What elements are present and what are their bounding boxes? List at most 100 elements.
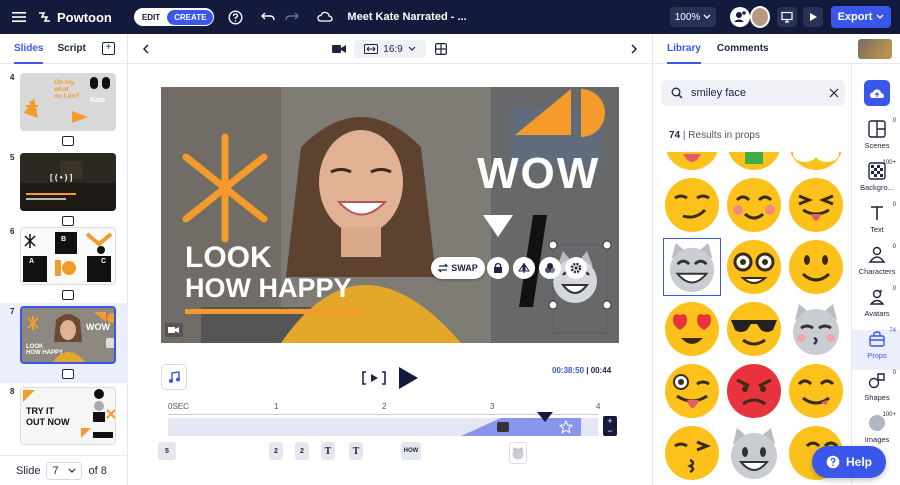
- redo-icon[interactable]: [285, 11, 300, 23]
- timeline-element-chip[interactable]: T: [349, 442, 363, 460]
- prop-emoji-wink-tongue[interactable]: [787, 176, 845, 234]
- timeline-element-chip[interactable]: T: [321, 442, 335, 460]
- swap-button[interactable]: SWAP: [431, 257, 485, 279]
- edit-mode-button[interactable]: EDIT: [135, 10, 167, 25]
- slide-item[interactable]: 5 [ ( • ) ]: [0, 149, 128, 229]
- prop-emoji-heart-eyes[interactable]: [663, 300, 721, 358]
- video-preview-thumbnail[interactable]: [858, 39, 892, 59]
- transition-icon[interactable]: [62, 136, 74, 146]
- timeline-element-cat[interactable]: [509, 442, 527, 464]
- mode-toggle[interactable]: EDIT CREATE: [133, 8, 215, 26]
- search-box[interactable]: [661, 80, 845, 106]
- grid-icon[interactable]: [435, 43, 447, 55]
- search-input[interactable]: [691, 87, 821, 99]
- help-button[interactable]: Help: [812, 446, 886, 478]
- slide-thumbnail[interactable]: Oh my, what do I do? Kate: [20, 73, 116, 131]
- undo-icon[interactable]: [261, 11, 276, 23]
- timeline-zoom-control[interactable]: + −: [603, 416, 617, 436]
- nav-scenes[interactable]: 0 Scenes: [852, 118, 900, 160]
- tab-comments[interactable]: Comments: [717, 34, 769, 64]
- prop-emoji-grinning-cat-selected[interactable]: [663, 238, 721, 296]
- nav-characters[interactable]: 0 Characters: [852, 244, 900, 286]
- nav-backgrounds[interactable]: 100+ Backgro...: [852, 160, 900, 202]
- transition-icon[interactable]: [62, 369, 74, 379]
- nav-text[interactable]: 0 Text: [852, 202, 900, 244]
- prop-emoji-smirk[interactable]: [663, 176, 721, 234]
- resize-icon: [364, 44, 379, 54]
- play-button[interactable]: [397, 366, 419, 390]
- user-avatar[interactable]: [750, 6, 770, 28]
- help-circle-icon[interactable]: [228, 9, 243, 25]
- menu-icon[interactable]: [12, 11, 28, 23]
- prop-emoji-money[interactable]: [725, 152, 783, 172]
- ruler-label: 3: [490, 402, 495, 411]
- nav-props[interactable]: 74 Props: [852, 328, 900, 370]
- prop-emoji-yum[interactable]: [787, 362, 845, 420]
- aspect-ratio-select[interactable]: 16:9: [354, 40, 426, 58]
- props-icon: [869, 331, 885, 347]
- transition-icon[interactable]: [62, 290, 74, 300]
- prop-emoji-kissing-cat[interactable]: [787, 300, 845, 358]
- prop-emoji-angry[interactable]: [725, 362, 783, 420]
- tab-library[interactable]: Library: [667, 34, 701, 64]
- slides-panel: Slides Script + 4 Oh my, what do I do? Kat…: [0, 34, 128, 485]
- canvas-wow-text[interactable]: WOW: [477, 149, 600, 199]
- prop-emoji-tongue[interactable]: [663, 152, 721, 172]
- prop-emoji-kissing[interactable]: [663, 424, 721, 482]
- powtoon-logo-icon: [39, 12, 50, 22]
- create-mode-button[interactable]: CREATE: [167, 9, 214, 25]
- chevron-down-icon: [876, 14, 884, 19]
- chevron-right-icon[interactable]: [631, 44, 638, 54]
- prop-emoji-smiley-cat[interactable]: [725, 424, 783, 482]
- flip-button[interactable]: [513, 257, 535, 279]
- chevron-left-icon[interactable]: [142, 44, 149, 54]
- results-label: | Results in props: [682, 130, 760, 141]
- upload-button[interactable]: [864, 80, 890, 106]
- settings-button[interactable]: [565, 257, 587, 279]
- project-title[interactable]: Meet Kate Narrated - ...: [347, 11, 466, 23]
- zoom-select[interactable]: 100%: [670, 7, 716, 27]
- timeline-element-chip[interactable]: 2: [269, 442, 283, 460]
- slide-item[interactable]: 6 A B C: [0, 223, 128, 303]
- slide-item[interactable]: 4 Oh my, what do I do? Kate: [0, 69, 128, 149]
- prop-emoji-sunglasses[interactable]: [725, 300, 783, 358]
- slide-thumbnail[interactable]: TRY IT OUT NOW: [20, 387, 116, 445]
- slide-item-active[interactable]: 7 WOW LOOK HOW HAPPY: [0, 303, 128, 383]
- add-collaborator-button[interactable]: [730, 7, 750, 27]
- playhead[interactable]: [537, 412, 553, 424]
- timeline-element-chip[interactable]: HOW: [401, 442, 421, 460]
- timeline[interactable]: 0SEC 1 2 3 4 + − 5 2 2 T T HOW: [158, 400, 621, 485]
- prop-emoji-hands[interactable]: [787, 152, 845, 172]
- add-slide-icon[interactable]: +: [102, 42, 115, 55]
- slide-item[interactable]: 8 TRY IT OUT NOW: [0, 383, 128, 455]
- color-button[interactable]: [539, 257, 561, 279]
- nav-shapes[interactable]: 0 Shapes: [852, 370, 900, 412]
- prop-emoji-smile[interactable]: [787, 238, 845, 296]
- slide-thumbnail[interactable]: [ ( • ) ]: [20, 153, 116, 211]
- play-icon: [399, 367, 418, 389]
- app-logo[interactable]: Powtoon: [38, 10, 112, 25]
- video-camera-icon[interactable]: [332, 44, 346, 54]
- timeline-element-chip[interactable]: 5: [158, 442, 176, 460]
- slide-number-select[interactable]: 7: [46, 461, 83, 480]
- prop-emoji-zany[interactable]: [663, 362, 721, 420]
- tab-script[interactable]: Script: [57, 34, 85, 64]
- prop-emoji-nerd[interactable]: [725, 238, 783, 296]
- slide-thumbnail[interactable]: A B C: [20, 227, 116, 285]
- lock-button[interactable]: [487, 257, 509, 279]
- timeline-element-chip[interactable]: 2: [295, 442, 309, 460]
- trim-handle[interactable]: [497, 422, 509, 432]
- music-button[interactable]: [161, 364, 187, 390]
- prop-emoji-blush[interactable]: [725, 176, 783, 234]
- slide-canvas[interactable]: WOW LOOK HOW HAPPY SWAP: [161, 87, 619, 343]
- export-button[interactable]: Export: [831, 6, 891, 28]
- tab-slides[interactable]: Slides: [14, 34, 44, 64]
- present-button[interactable]: [777, 7, 797, 27]
- slide-thumbnail[interactable]: WOW LOOK HOW HAPPY: [20, 306, 116, 364]
- preview-play-button[interactable]: [803, 7, 823, 27]
- clear-icon[interactable]: [829, 88, 839, 98]
- nav-avatars[interactable]: 0 Avatars: [852, 286, 900, 328]
- canvas-headline[interactable]: LOOK HOW HAPPY: [185, 242, 352, 304]
- play-scene-button[interactable]: [361, 370, 387, 386]
- ruler-label: 4: [596, 402, 601, 411]
